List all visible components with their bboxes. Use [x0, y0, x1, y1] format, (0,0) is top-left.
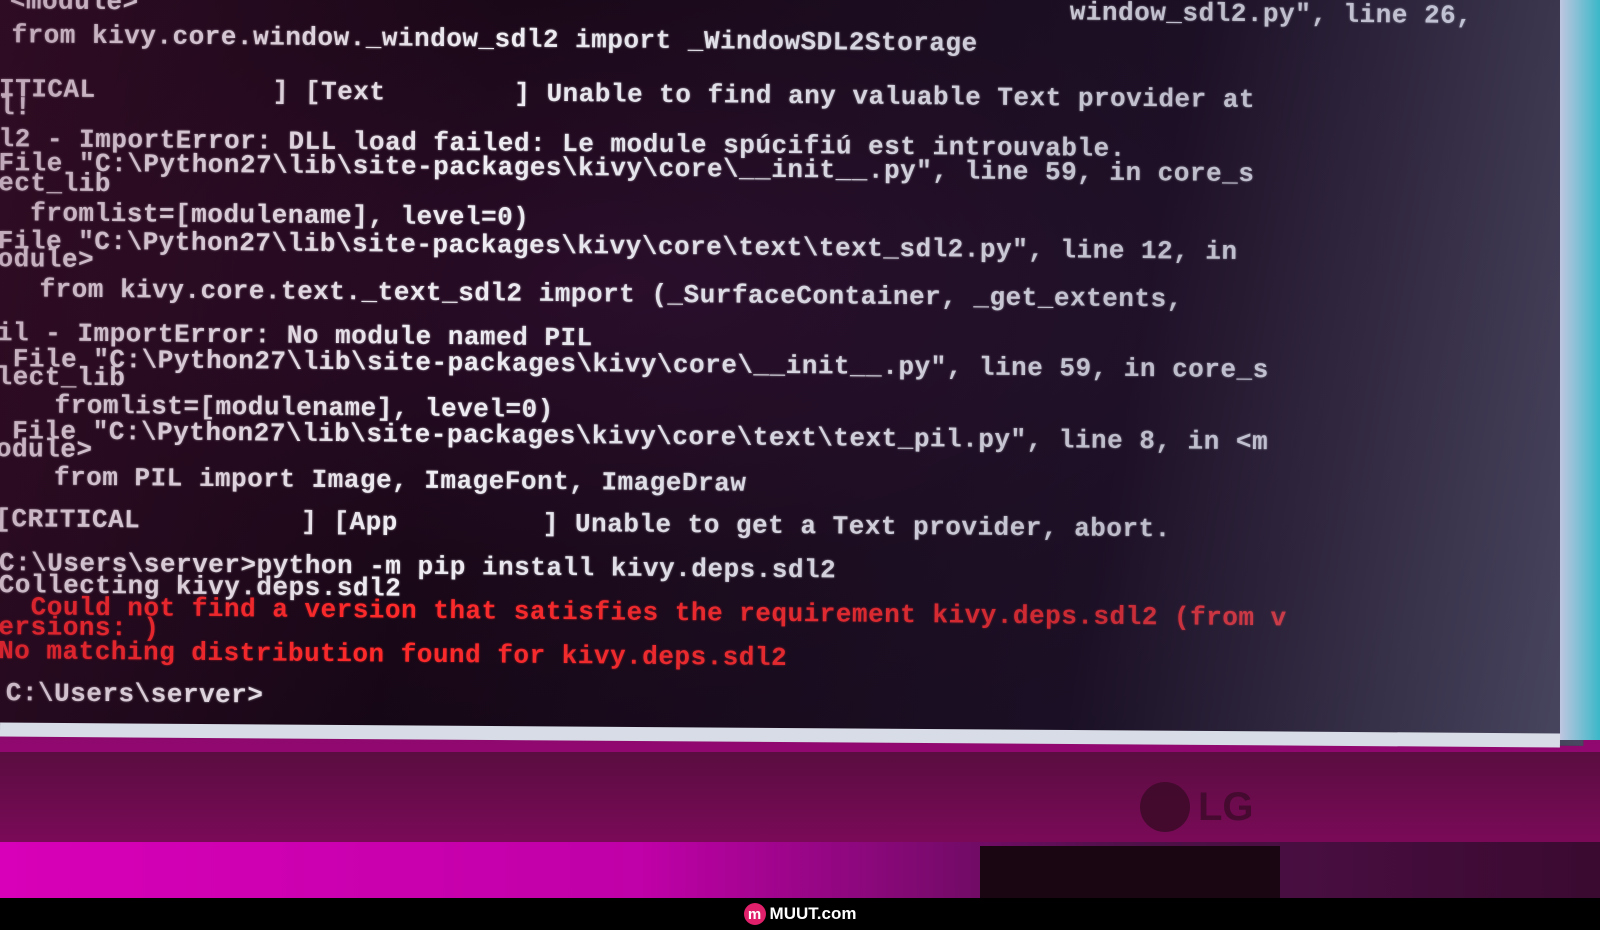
- terminal-prompt[interactable]: C:\Users\server>: [6, 678, 264, 710]
- terminal-line: l!: [0, 92, 32, 123]
- terminal-line: window_sdl2.py", line 26,: [1069, 0, 1473, 31]
- terminal-line: File "C:\Python27\lib\site-packages\kivy…: [0, 226, 1238, 267]
- terminal-line: <module>: [9, 0, 139, 18]
- terminal-line: from kivy.core.window._window_sdl2 impor…: [11, 20, 978, 59]
- screen-edge: [1560, 0, 1600, 740]
- terminal-window: <module> window_sdl2.py", line 26, from …: [0, 0, 1590, 746]
- terminal-line: odule>: [0, 244, 95, 275]
- terminal-line: from PIL import Image, ImageFont, ImageD…: [5, 462, 747, 499]
- terminal-line: lect_lib: [0, 362, 126, 394]
- lg-logo-text: LG: [1198, 784, 1254, 829]
- muut-logo-icon: m: [743, 903, 766, 925]
- terminal-line: [CRITICAL ] [App ] Unable to get a Text …: [0, 504, 1171, 545]
- terminal-line: ITICAL ] [Text ] Unable to find any valu…: [0, 74, 1256, 116]
- monitor-stand: [980, 846, 1280, 898]
- monitor-bezel: [0, 752, 1600, 842]
- terminal-error-line: No matching distribution found for kivy.…: [0, 636, 788, 673]
- terminal-line: odule>: [0, 434, 93, 465]
- terminal-line: from kivy.core.text._text_sdl2 import (_…: [7, 274, 1183, 315]
- terminal-line: ect_lib: [0, 168, 112, 200]
- monitor-photo: <module> window_sdl2.py", line 26, from …: [0, 0, 1600, 898]
- lg-logo: LG: [1140, 782, 1254, 832]
- lg-logo-icon: [1140, 782, 1190, 832]
- terminal-error-line: Could not find a version that satisfies …: [0, 592, 1287, 634]
- watermark-bar: m MUUT.com: [0, 898, 1600, 930]
- terminal-line: File "C:\Python27\lib\site-packages\kivy…: [0, 416, 1269, 458]
- muut-logo-text: MUUT.com: [769, 904, 857, 923]
- terminal-line: File "C:\Python27\lib\site-packages\kivy…: [0, 344, 1269, 386]
- desk: [0, 842, 1600, 898]
